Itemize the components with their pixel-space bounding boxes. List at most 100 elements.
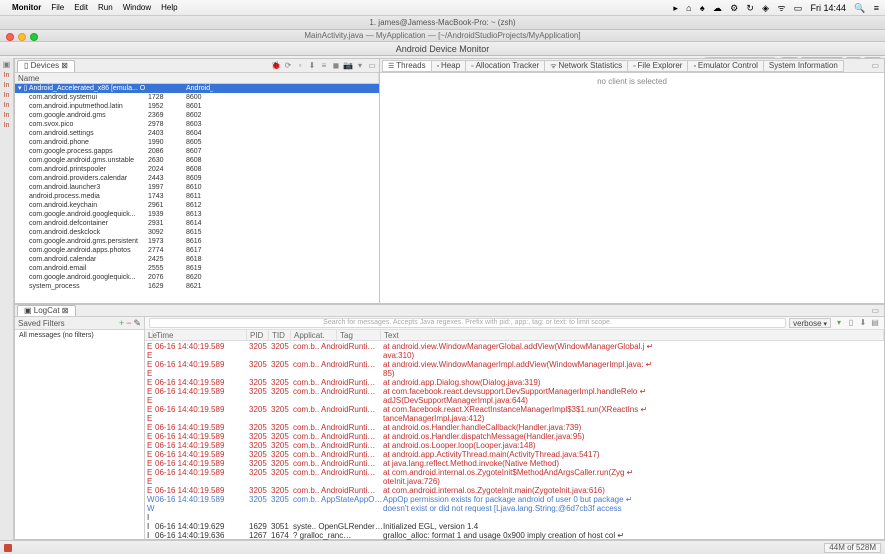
process-row[interactable]: com.android.email25558619 (15, 264, 379, 273)
log-row[interactable]: E06-16 14:40:19.58932053205com.b.. Andro… (147, 441, 882, 450)
log-row[interactable]: I06-16 14:40:19.63612671674? gralloc_ran… (147, 531, 882, 540)
process-row[interactable]: com.android.inputmethod.latin19528601 (15, 102, 379, 111)
minimize-button[interactable] (18, 33, 26, 41)
tab-sysinfo[interactable]: System Information (763, 60, 844, 72)
devices-tab[interactable]: ▯ Devices ⊠ (17, 60, 75, 72)
log-row[interactable]: W06-16 14:40:19.58932053205com.b.. AppSt… (147, 495, 882, 504)
edit-filter-icon[interactable]: ✎ (133, 318, 141, 329)
col-pid[interactable]: PID (247, 330, 269, 340)
log-row[interactable]: EoteInit.java:726) (147, 477, 882, 486)
col-text[interactable]: Text (381, 330, 884, 340)
logcat-rows[interactable]: E06-16 14:40:19.58932053205com.b.. Andro… (145, 341, 884, 550)
process-row[interactable]: com.android.settings24038604 (15, 129, 379, 138)
stop-icon[interactable]: ◼ (331, 61, 341, 71)
view-menu-icon[interactable]: ▾ (355, 61, 365, 71)
tab-network[interactable]: ᯤ Network Statistics (544, 60, 628, 72)
process-row[interactable]: com.google.android.gms23698602 (15, 111, 379, 120)
log-row[interactable]: Eava:310) (147, 351, 882, 360)
log-row[interactable]: I06-16 14:40:19.62916293051syste.. OpenG… (147, 522, 882, 531)
process-row[interactable]: com.google.android.googlequick...1939861… (15, 210, 379, 219)
menu-run[interactable]: Run (98, 3, 113, 12)
wifi-icon[interactable]: ᯤ (777, 3, 785, 13)
tray-icon[interactable]: ⚙ (730, 3, 738, 13)
save-log-icon[interactable]: ▾ (834, 318, 844, 328)
clock[interactable]: Fri 14:44 (811, 3, 847, 13)
device-row[interactable]: ▾ ▯ Android_Accelerated_x86 [emula... On… (15, 84, 379, 93)
log-row[interactable]: E06-16 14:40:19.58932053205com.b.. Andro… (147, 423, 882, 432)
tab-emulator[interactable]: ▫ Emulator Control (687, 60, 763, 72)
process-row[interactable]: com.android.defcontainer29318614 (15, 219, 379, 228)
process-row[interactable]: com.google.android.gms.unstable26308608 (15, 156, 379, 165)
process-row[interactable]: com.svox.pico29788603 (15, 120, 379, 129)
process-row[interactable]: system_process16298621 (15, 282, 379, 291)
process-row[interactable]: com.android.calendar24258618 (15, 255, 379, 264)
remove-filter-icon[interactable]: − (126, 318, 131, 328)
tab-file-explorer[interactable]: ▫ File Explorer (627, 60, 688, 72)
log-row[interactable]: E06-16 14:40:19.58932053205com.b.. Andro… (147, 432, 882, 441)
clear-log-icon[interactable]: ▯ (846, 318, 856, 328)
process-row[interactable]: com.android.keychain29618612 (15, 201, 379, 210)
menu-edit[interactable]: Edit (74, 3, 88, 12)
col-time[interactable]: Time (153, 330, 247, 340)
log-level-select[interactable]: verbose ▾ (789, 318, 831, 328)
process-row[interactable]: com.google.android.gms.persistent1973861… (15, 237, 379, 246)
zoom-button[interactable] (30, 33, 38, 41)
update-icon[interactable]: ⟳ (283, 61, 293, 71)
log-row[interactable]: EadJS(DevSupportManagerImpl.java:644) (147, 396, 882, 405)
process-row[interactable]: com.android.deskclock30928615 (15, 228, 379, 237)
debug-icon[interactable]: 🐞 (271, 61, 281, 71)
app-name[interactable]: Monitor (12, 3, 41, 12)
tray-icon[interactable]: ♠ (700, 3, 705, 13)
process-row[interactable]: android.process.media17438611 (15, 192, 379, 201)
tray-icon[interactable]: ⌂ (686, 3, 691, 13)
export-icon[interactable]: ▤ (870, 318, 880, 328)
tray-icon[interactable]: ◈ (762, 3, 769, 13)
tray-icon[interactable]: ▸ (673, 3, 678, 13)
process-row[interactable]: com.google.android.apps.photos27748617 (15, 246, 379, 255)
process-row[interactable]: com.android.launcher319978610 (15, 183, 379, 192)
log-row[interactable]: E85) (147, 369, 882, 378)
camera-icon[interactable]: 📷 (343, 61, 353, 71)
log-row[interactable]: E06-16 14:40:19.58932053205com.b.. Andro… (147, 486, 882, 495)
logcat-tab[interactable]: ▣ LogCat ⊠ (17, 305, 76, 316)
dump-icon[interactable]: ⬇ (307, 61, 317, 71)
log-row[interactable]: E06-16 14:40:19.58932053205com.b.. Andro… (147, 360, 882, 369)
log-row[interactable]: E06-16 14:40:19.58932053205com.b.. Andro… (147, 459, 882, 468)
gutter-icon[interactable]: ▣ (3, 60, 11, 69)
log-row[interactable]: E06-16 14:40:19.58932053205com.b.. Andro… (147, 378, 882, 387)
heap-icon[interactable]: ▫ (295, 61, 305, 71)
log-row[interactable]: E06-16 14:40:19.58932053205com.b.. Andro… (147, 468, 882, 477)
minimize-icon[interactable]: ▭ (868, 61, 882, 70)
process-row[interactable]: com.android.printspooler20248608 (15, 165, 379, 174)
process-row[interactable]: com.google.android.googlequick...2076862… (15, 273, 379, 282)
tab-threads[interactable]: ☰ Threads (382, 60, 432, 72)
tray-icon[interactable]: ↻ (746, 3, 754, 13)
notifications-icon[interactable]: ≡ (874, 3, 879, 13)
filter-item[interactable]: All messages (no filters) (15, 330, 144, 341)
process-row[interactable]: com.google.process.gapps20868607 (15, 147, 379, 156)
menu-window[interactable]: Window (123, 3, 151, 12)
battery-icon[interactable]: ▭ (794, 3, 803, 13)
logcat-search-input[interactable]: Search for messages. Accepts Java regexe… (149, 318, 786, 328)
log-row[interactable]: E06-16 14:40:19.58932053205com.b.. Andro… (147, 387, 882, 396)
log-row[interactable]: E06-16 14:40:19.58932053205com.b.. Andro… (147, 342, 882, 351)
memory-usage[interactable]: 44M of 528M (824, 543, 881, 553)
log-row[interactable]: I (147, 513, 882, 522)
log-row[interactable]: Wdoesn't exist or did not request [Ljava… (147, 504, 882, 513)
add-filter-icon[interactable]: + (119, 318, 124, 328)
process-row[interactable]: com.android.providers.calendar24438609 (15, 174, 379, 183)
scroll-lock-icon[interactable]: ⬇ (858, 318, 868, 328)
log-row[interactable]: E06-16 14:40:19.58932053205com.b.. Andro… (147, 405, 882, 414)
menu-help[interactable]: Help (161, 3, 177, 12)
minimize-icon[interactable]: ▭ (868, 306, 882, 315)
col-tid[interactable]: TID (269, 330, 291, 340)
tab-heap[interactable]: ▫ Heap (431, 60, 467, 72)
devices-table[interactable]: ▾ ▯ Android_Accelerated_x86 [emula... On… (15, 84, 379, 303)
search-icon[interactable]: 🔍 (854, 3, 865, 13)
tab-allocation[interactable]: ▫ Allocation Tracker (465, 60, 545, 72)
process-row[interactable]: com.android.systemui17288600 (15, 93, 379, 102)
thread-icon[interactable]: ≡ (319, 61, 329, 71)
process-row[interactable]: com.android.phone19908605 (15, 138, 379, 147)
tray-icon[interactable]: ☁ (713, 3, 722, 13)
log-row[interactable]: E06-16 14:40:19.58932053205com.b.. Andro… (147, 450, 882, 459)
